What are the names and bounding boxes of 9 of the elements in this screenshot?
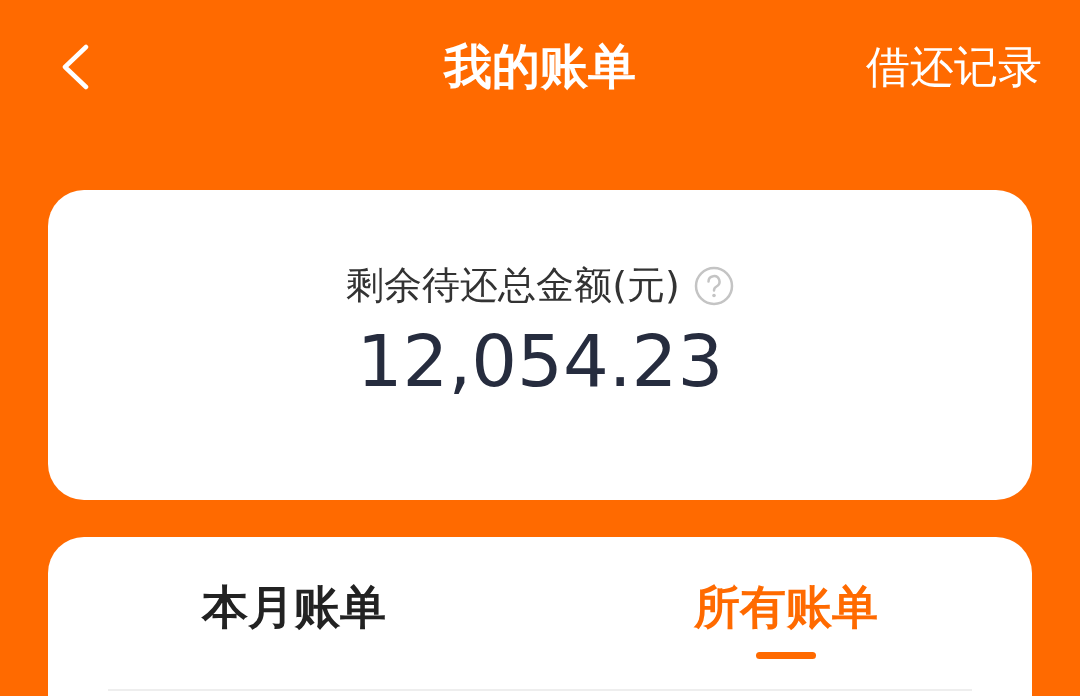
balance-label: 剩余待还总金额(元) (346, 262, 680, 309)
help-icon[interactable] (693, 265, 734, 306)
bill-tab[interactable]: 本月账单 (202, 577, 386, 639)
tab-indicator (756, 652, 816, 659)
bill-tab[interactable]: 所有账单 (694, 577, 878, 639)
balance-amount: 12,054.23 (356, 319, 724, 403)
back-icon[interactable] (60, 44, 90, 90)
page-title: 我的账单 (444, 37, 636, 96)
history-link[interactable]: 借还记录 (866, 38, 1042, 97)
